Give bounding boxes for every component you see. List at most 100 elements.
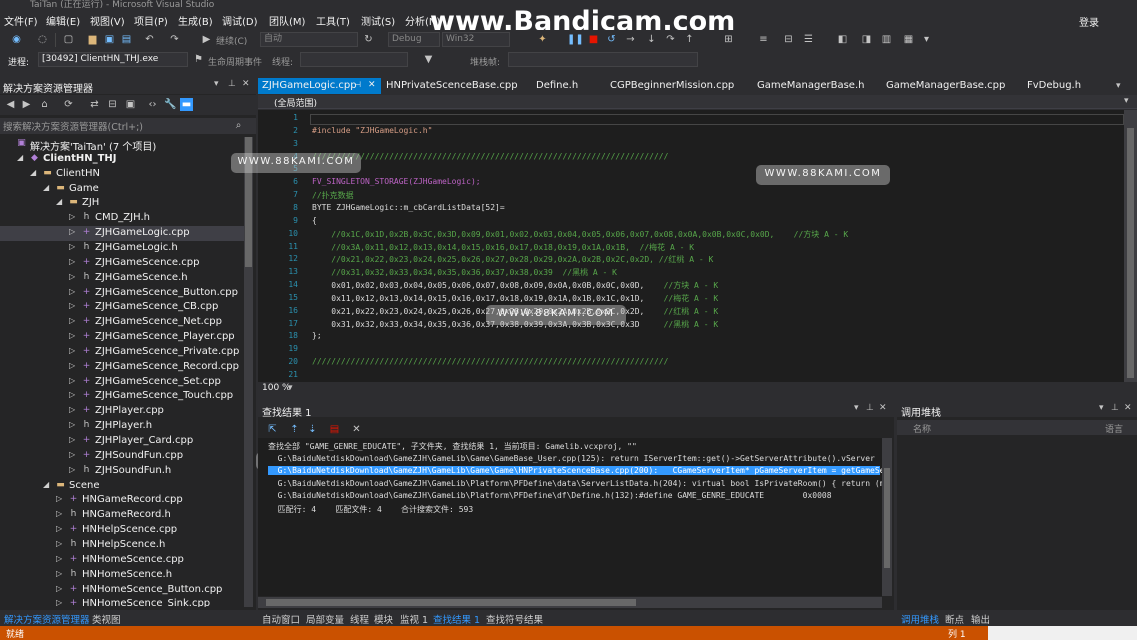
tab-threads[interactable]: 线程 [350, 612, 369, 626]
tab-locals[interactable]: 局部变量 [306, 612, 344, 626]
pause-icon[interactable]: ❚❚ [567, 33, 584, 46]
tab-output[interactable]: 输出 [971, 612, 990, 626]
find-vertical-scrollbar-thumb[interactable] [884, 468, 890, 568]
code-line[interactable]: //0x31,0x32,0x33,0x34,0x35,0x36,0x37,0x3… [312, 267, 617, 278]
ime-toolbar[interactable] [988, 626, 1137, 640]
tab-find-results-1[interactable]: 查找结果 1 [433, 612, 480, 626]
code-line[interactable]: ////////////////////////////////////////… [312, 357, 668, 366]
tree-item[interactable]: ▣ 解决方案'TaiTan' (7 个项目) [0, 137, 244, 153]
tree-item[interactable]: ◢ ◆ ClientHN_THJ [0, 152, 244, 167]
menu-file[interactable]: 文件(F) [4, 13, 38, 28]
save-icon[interactable]: ▣ [103, 33, 116, 46]
tree-item[interactable]: ◢ ▬ ZJH [0, 196, 244, 211]
solution-search-box[interactable]: 搜索解决方案资源管理器(Ctrl+;) ⌕ [0, 118, 256, 134]
next-result-icon[interactable]: ⇣ [306, 423, 319, 436]
zoom-level[interactable]: 100 % [262, 383, 291, 393]
collapsed-arrow-icon[interactable]: ▷ [56, 569, 62, 578]
collapsed-arrow-icon[interactable]: ▷ [69, 272, 75, 281]
preview-icon[interactable]: ▬ [180, 98, 193, 111]
column-name[interactable]: 名称 [913, 422, 931, 435]
menu-debug[interactable]: 调试(D) [222, 13, 258, 28]
tab-modules[interactable]: 模块 [374, 612, 393, 626]
tree-item[interactable]: ◢ ▬ Scene [0, 479, 244, 494]
collapse-all-icon[interactable]: ⊟ [106, 98, 119, 111]
tree-item[interactable]: ◢ ▬ ClientHN [0, 167, 244, 182]
find-results-list[interactable]: 查找全部 "GAME_GENRE_EDUCATE", 子文件夹, 查找结果 1,… [258, 438, 882, 596]
stop-find-icon[interactable]: ✕ [350, 423, 363, 436]
split-icon[interactable]: ▾ [1124, 96, 1129, 106]
process-combo[interactable]: [30492] ClientHN_THJ.exe [38, 52, 188, 67]
tab-class-view[interactable]: 类视图 [92, 612, 121, 626]
collapsed-arrow-icon[interactable]: ▷ [69, 287, 75, 296]
show-next-statement-icon[interactable]: → [624, 33, 637, 46]
collapsed-arrow-icon[interactable]: ▷ [69, 405, 75, 414]
expanded-arrow-icon[interactable]: ◢ [17, 153, 23, 162]
save-all-icon[interactable]: ▤ [120, 33, 133, 46]
back-icon[interactable]: ◉ [10, 33, 23, 46]
tree-item[interactable]: ▷ + ZJHGameScence_Touch.cpp [0, 389, 244, 404]
tree-item[interactable]: ▷ + ZJHGameScence_CB.cpp [0, 300, 244, 315]
restart-icon[interactable]: ↺ [605, 33, 618, 46]
tree-item[interactable]: ▷ + ZJHGameScence_Set.cpp [0, 375, 244, 390]
collapsed-arrow-icon[interactable]: ▷ [69, 376, 75, 385]
new-project-icon[interactable]: ▢ [62, 33, 75, 46]
filter-icon[interactable]: ▼ [422, 53, 435, 66]
platform-combo[interactable]: Win32 [442, 32, 510, 47]
tree-item[interactable]: ▷ + ZJHGameScence_Private.cpp [0, 345, 244, 360]
go-to-location-icon[interactable]: ⇱ [266, 423, 279, 436]
undo-icon[interactable]: ↶ [143, 33, 156, 46]
continue-button[interactable]: 继续(C) [216, 34, 247, 47]
find-vertical-scrollbar[interactable] [882, 438, 892, 596]
find-result-line[interactable]: 查找全部 "GAME_GENRE_EDUCATE", 子文件夹, 查找结果 1,… [268, 441, 637, 452]
code-line[interactable]: //扑克数据 [312, 190, 354, 201]
prev-bookmark-icon[interactable]: ◨ [860, 33, 873, 46]
menu-tools[interactable]: 工具(T) [316, 13, 350, 28]
breakpoints-icon[interactable]: ⊟ [782, 33, 795, 46]
tree-item[interactable]: ▷ + ZJHGameScence_Net.cpp [0, 315, 244, 330]
tree-item[interactable]: ▷ + HNGameRecord.cpp [0, 493, 244, 508]
code-line[interactable]: FV_SINGLETON_STORAGE(ZJHGameLogic); [312, 177, 481, 186]
code-line[interactable]: { [312, 216, 317, 225]
auto-combo[interactable]: 自动 [260, 32, 358, 47]
tree-item[interactable]: ▷ h HNHelpScence.h [0, 538, 244, 553]
code-line[interactable]: #include "ZJHGameLogic.h" [312, 126, 432, 135]
dropdown-icon[interactable]: ▾ [1099, 403, 1104, 413]
tree-item[interactable]: ▷ h ZJHSoundFun.h [0, 464, 244, 479]
code-line[interactable]: BYTE ZJHGameLogic::m_cbCardListData[52]= [312, 203, 505, 212]
zoom-dropdown-icon[interactable]: ▾ [288, 383, 293, 393]
tree-item[interactable]: ▷ + ZJHGameScence_Player.cpp [0, 330, 244, 345]
bookmark-icon[interactable]: ◧ [836, 33, 849, 46]
menu-team[interactable]: 团队(M) [269, 13, 305, 28]
expanded-arrow-icon[interactable]: ◢ [43, 480, 49, 489]
debug-target-icon[interactable]: ✦ [536, 33, 549, 46]
tab-zjhgamelogic-cpp[interactable]: ZJHGameLogic.cpp ⊣ ✕ [258, 78, 381, 94]
pin-icon[interactable]: ⊣ [354, 80, 361, 89]
toolbar-options-icon[interactable]: ▾ [920, 33, 933, 46]
tab-cgpbeginnermission-cpp[interactable]: CGPBeginnerMission.cpp [606, 78, 738, 94]
menu-project[interactable]: 项目(P) [134, 13, 168, 28]
pin-icon[interactable]: ⊥ [1111, 403, 1119, 413]
tree-item[interactable]: ▷ + ZJHPlayer.cpp [0, 404, 244, 419]
next-bookmark-icon[interactable]: ▥ [880, 33, 893, 46]
code-line[interactable]: ////////////////////////////////////////… [312, 152, 668, 161]
tab-call-stack[interactable]: 调用堆栈 [901, 612, 939, 626]
tab-define-h[interactable]: Define.h [532, 78, 582, 94]
code-line[interactable]: //0x21,0x22,0x23,0x24,0x25,0x26,0x27,0x2… [312, 254, 713, 265]
tree-item[interactable]: ▷ + ZJHGameScence_Button.cpp [0, 286, 244, 301]
find-result-line[interactable]: G:\BaiduNetdiskDownload\GameZJH\GameLib\… [268, 491, 832, 500]
tree-item[interactable]: ▷ h HNGameRecord.h [0, 508, 244, 523]
view-code-icon[interactable]: ‹› [146, 98, 159, 111]
refresh-icon[interactable]: ↻ [362, 33, 375, 46]
solution-scrollbar[interactable] [244, 137, 253, 607]
collapsed-arrow-icon[interactable]: ▷ [56, 509, 62, 518]
home-icon[interactable]: ⌂ [38, 98, 51, 111]
threads-icon[interactable]: ≡ [757, 33, 770, 46]
find-result-line[interactable]: G:\BaiduNetdiskDownload\GameZJH\GameLib\… [268, 479, 882, 488]
code-line[interactable]: //0x1C,0x1D,0x2B,0x3C,0x3D,0x09,0x01,0x0… [312, 229, 848, 240]
expanded-arrow-icon[interactable]: ◢ [43, 183, 49, 192]
tree-item[interactable]: ▷ + ZJHGameScence.cpp [0, 256, 244, 271]
tab-watch1[interactable]: 监视 1 [400, 612, 428, 626]
collapsed-arrow-icon[interactable]: ▷ [69, 257, 75, 266]
editor-scrollbar-thumb[interactable] [1127, 128, 1134, 378]
redo-icon[interactable]: ↷ [168, 33, 181, 46]
